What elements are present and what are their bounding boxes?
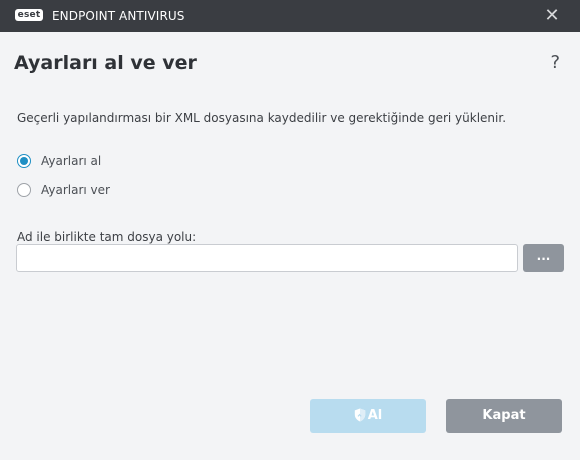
radio-export-label: Ayarları ver — [41, 183, 110, 197]
shield-icon — [354, 408, 365, 421]
radio-unchecked-icon[interactable] — [17, 183, 31, 197]
import-button[interactable]: Al — [310, 399, 426, 433]
import-button-label: Al — [367, 408, 383, 423]
product-name: ENDPOINT ANTIVIRUS — [52, 9, 185, 23]
file-path-label: Ad ile birlikte tam dosya yolu: — [17, 230, 197, 244]
radio-checked-icon[interactable] — [17, 154, 31, 168]
description-text: Geçerli yapılandırması bir XML dosyasına… — [17, 111, 507, 125]
close-window-icon[interactable]: ✕ — [542, 6, 562, 26]
eset-logo: eset — [15, 9, 43, 21]
dialog-title: Ayarları al ve ver — [14, 52, 197, 74]
help-icon[interactable]: ? — [550, 51, 560, 75]
title-bar: eset ENDPOINT ANTIVIRUS ✕ — [0, 0, 580, 32]
radio-import-label: Ayarları al — [41, 154, 102, 168]
browse-button[interactable]: ... — [523, 244, 564, 272]
close-button[interactable]: Kapat — [446, 399, 562, 433]
file-path-input[interactable] — [16, 244, 518, 272]
